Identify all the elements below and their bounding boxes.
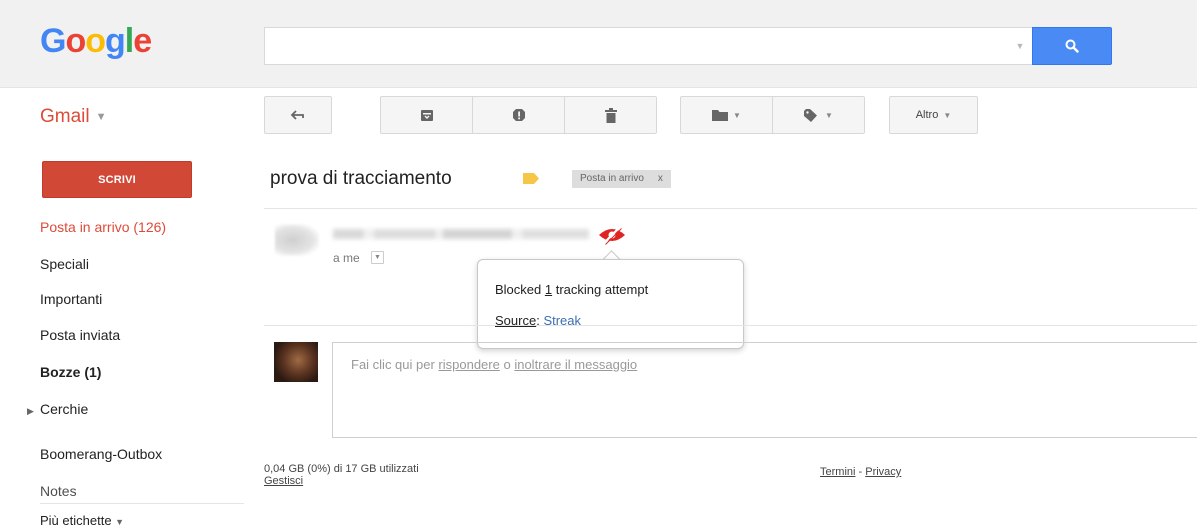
label-icon: [804, 108, 818, 122]
search-icon: [1065, 39, 1079, 53]
privacy-link[interactable]: Privacy: [865, 466, 901, 478]
archive-button[interactable]: [380, 96, 473, 134]
sidebar-item-starred[interactable]: Speciali: [40, 256, 89, 272]
message-subject: prova di tracciamento: [270, 168, 452, 189]
divider: [264, 325, 1197, 326]
sidebar-divider: [40, 503, 244, 504]
sidebar-item-sent[interactable]: Posta inviata: [40, 327, 120, 343]
tracking-popup: Blocked 1 tracking attempt Source: Strea…: [477, 259, 744, 349]
reply-prompt: Fai clic qui per rispondere o inoltrare …: [351, 357, 638, 372]
delete-button[interactable]: [564, 96, 657, 134]
search-input[interactable]: [264, 27, 1032, 65]
more-labels-toggle[interactable]: Più etichette ▼: [40, 513, 124, 528]
sidebar-item-boomerang-outbox[interactable]: Boomerang-Outbox: [40, 446, 162, 462]
sidebar-item-important[interactable]: Importanti: [40, 291, 102, 307]
expand-arrow-icon[interactable]: ▶: [27, 406, 34, 417]
chevron-down-icon: ▼: [95, 110, 107, 123]
chevron-down-icon: ▼: [115, 517, 125, 527]
sidebar-item-inbox[interactable]: Posta in arrivo (126): [40, 219, 166, 235]
search-button[interactable]: [1032, 27, 1112, 65]
reply-box[interactable]: Fai clic qui per rispondere o inoltrare …: [332, 342, 1197, 438]
divider: [264, 208, 1197, 209]
search-options-caret-icon[interactable]: ▼: [1014, 40, 1026, 52]
blocked-tracking-text: Blocked 1 tracking attempt: [495, 282, 649, 297]
footer-links: Termini - Privacy: [820, 466, 902, 478]
sender-avatar: [275, 224, 319, 256]
spam-icon: [512, 109, 525, 121]
move-to-button[interactable]: ▼: [680, 96, 773, 134]
more-button[interactable]: Altro ▼: [889, 96, 978, 134]
folder-icon: [712, 110, 729, 121]
labels-button[interactable]: ▼: [772, 96, 865, 134]
user-avatar: [274, 342, 318, 382]
gmail-app-switcher[interactable]: Gmail ▼: [40, 106, 107, 128]
google-logo[interactable]: Google: [40, 22, 152, 61]
label-tag-icon[interactable]: [523, 173, 539, 184]
manage-storage-link[interactable]: Gestisci: [264, 475, 419, 487]
back-button[interactable]: [264, 96, 332, 134]
remove-label-button[interactable]: x: [658, 170, 663, 188]
inbox-label-chip: Posta in arrivo x: [572, 170, 671, 188]
forward-link[interactable]: inoltrare il messaggio: [514, 357, 637, 372]
trash-icon: [604, 107, 617, 123]
report-spam-button[interactable]: [472, 96, 565, 134]
chevron-down-icon: ▼: [825, 110, 833, 120]
sidebar-item-circles[interactable]: Cerchie: [40, 401, 88, 417]
sidebar-item-notes[interactable]: Notes: [40, 483, 77, 496]
sidebar-item-drafts[interactable]: Bozze (1): [40, 364, 101, 380]
recipient-label: a me: [333, 251, 360, 265]
chevron-down-icon: ▼: [733, 110, 741, 120]
tracking-blocked-eye-icon[interactable]: [597, 225, 627, 245]
sender-name-redacted: [333, 229, 589, 239]
storage-info: 0,04 GB (0%) di 17 GB utilizzati Gestisc…: [264, 463, 419, 487]
chevron-down-icon: ▼: [943, 110, 952, 120]
show-details-button[interactable]: ▼: [371, 251, 384, 264]
reply-link[interactable]: rispondere: [438, 357, 499, 372]
compose-button[interactable]: SCRIVI: [42, 161, 192, 198]
terms-link[interactable]: Termini: [820, 466, 855, 478]
back-arrow-icon: [290, 110, 304, 120]
archive-icon: [420, 110, 433, 121]
